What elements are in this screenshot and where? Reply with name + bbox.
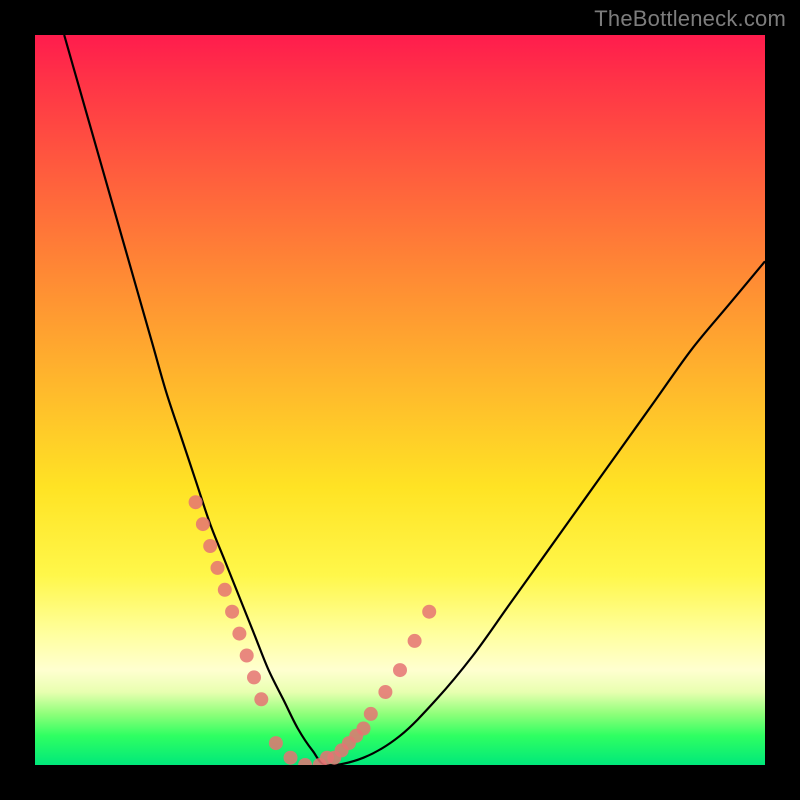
marker-dot [335, 743, 349, 757]
marker-dot [320, 751, 334, 765]
marker-dot [357, 722, 371, 736]
marker-dot [225, 605, 239, 619]
watermark-text: TheBottleneck.com [594, 6, 786, 32]
marker-dot [349, 729, 363, 743]
plot-area [35, 35, 765, 765]
marker-dot [313, 758, 327, 765]
overlay-markers-left [189, 495, 269, 706]
marker-dot [378, 685, 392, 699]
bottleneck-curve-path [64, 35, 765, 765]
overlay-markers-bottom [269, 736, 334, 765]
marker-dot [254, 692, 268, 706]
marker-dot [203, 539, 217, 553]
chart-frame: TheBottleneck.com [0, 0, 800, 800]
chart-svg [35, 35, 765, 765]
marker-dot [408, 634, 422, 648]
marker-dot [284, 751, 298, 765]
marker-dot [196, 517, 210, 531]
marker-dot [342, 736, 356, 750]
marker-dot [189, 495, 203, 509]
marker-dot [247, 670, 261, 684]
marker-dot [393, 663, 407, 677]
overlay-markers-right [327, 605, 436, 765]
marker-dot [211, 561, 225, 575]
marker-dot [218, 583, 232, 597]
marker-dot [269, 736, 283, 750]
marker-dot [298, 758, 312, 765]
marker-dot [422, 605, 436, 619]
marker-dot [364, 707, 378, 721]
marker-dot [232, 627, 246, 641]
marker-dot [327, 751, 341, 765]
marker-dot [240, 649, 254, 663]
